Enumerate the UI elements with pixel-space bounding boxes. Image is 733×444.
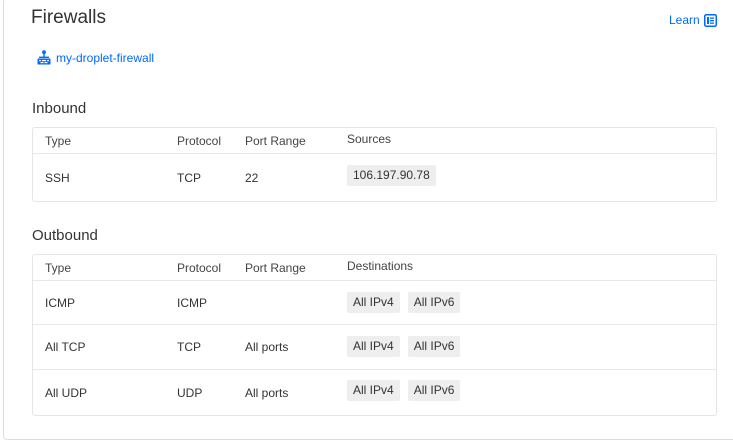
firewalls-panel: Firewalls Learn my-droplet-firewall Inbo… (3, 0, 733, 440)
destinations-list: All IPv4 All IPv6 (347, 292, 461, 313)
rule-type: All TCP (45, 340, 86, 354)
rule-protocol: TCP (177, 340, 201, 354)
rule-type: All UDP (45, 386, 88, 400)
rule-protocol: UDP (177, 386, 203, 400)
column-header-type: Type (45, 134, 72, 148)
inbound-rules-table: Type Protocol Port Range Sources SSH TCP… (32, 127, 717, 202)
column-header-destinations: Destinations (347, 259, 414, 273)
learn-link[interactable]: Learn (669, 13, 717, 27)
destination-chip: All IPv6 (407, 292, 461, 313)
rule-protocol: TCP (177, 171, 201, 185)
rule-port-range: All ports (245, 386, 289, 400)
source-chip: 106.197.90.78 (347, 165, 436, 186)
destinations-list: All IPv4 All IPv6 (347, 336, 461, 357)
destination-chip: All IPv6 (407, 336, 461, 357)
column-header-sources: Sources (347, 132, 392, 146)
column-header-protocol: Protocol (177, 134, 222, 148)
rule-type: ICMP (45, 296, 75, 310)
sources-list: 106.197.90.78 (347, 165, 436, 186)
destinations-list: All IPv4 All IPv6 (347, 380, 461, 401)
outbound-heading: Outbound (32, 227, 98, 244)
external-doc-icon (703, 13, 717, 27)
destination-chip: All IPv4 (347, 380, 400, 401)
inbound-header-row: Type Protocol Port Range Sources (33, 128, 716, 153)
inbound-heading: Inbound (32, 100, 87, 117)
table-row: SSH TCP 22 106.197.90.78 (33, 153, 716, 201)
rule-port-range: All ports (245, 340, 289, 354)
rule-protocol: ICMP (177, 296, 207, 310)
table-row: ICMP ICMP All IPv4 All IPv6 (33, 280, 716, 324)
firewall-link[interactable]: my-droplet-firewall (37, 50, 154, 65)
column-header-protocol: Protocol (177, 261, 222, 275)
page-title: Firewalls (31, 7, 106, 28)
column-header-type: Type (45, 261, 72, 275)
destination-chip: All IPv4 (347, 292, 400, 313)
outbound-header-row: Type Protocol Port Range Destinations (33, 255, 716, 280)
column-header-port-range: Port Range (245, 134, 306, 148)
rule-type: SSH (45, 171, 70, 185)
destination-chip: All IPv6 (407, 380, 461, 401)
outbound-rules-table: Type Protocol Port Range Destinations IC… (32, 254, 717, 416)
table-row: All UDP UDP All ports All IPv4 All IPv6 (33, 369, 716, 415)
learn-label: Learn (669, 13, 700, 27)
destination-chip: All IPv4 (347, 336, 400, 357)
firewall-icon (37, 50, 51, 65)
column-header-port-range: Port Range (245, 261, 306, 275)
table-row: All TCP TCP All ports All IPv4 All IPv6 (33, 324, 716, 369)
rule-port-range: 22 (245, 171, 259, 185)
firewall-name: my-droplet-firewall (56, 50, 155, 65)
